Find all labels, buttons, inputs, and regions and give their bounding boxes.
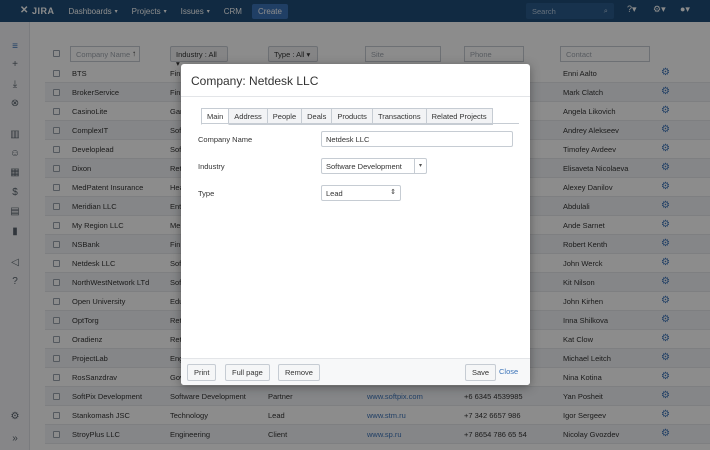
save-button[interactable]: Save [465,364,497,381]
company-dialog: Company: Netdesk LLC Main Address People… [181,64,530,385]
print-button[interactable]: Print [187,364,217,381]
tab-underline [201,123,519,124]
industry-select-value: Software Development [326,162,402,171]
dialog-title: Company: Netdesk LLC [191,74,319,88]
industry-select[interactable]: Software Development ▾ [321,158,427,174]
close-link[interactable]: Close [499,367,518,376]
type-select[interactable]: Lead ⇕ [321,185,401,201]
type-select-value: Lead [326,189,343,198]
full-page-button[interactable]: Full page [225,364,270,381]
company-name-label: Company Name [198,135,253,144]
company-name-field[interactable]: Netdesk LLC [321,131,513,147]
divider [181,96,530,97]
industry-label: Industry [198,162,225,171]
updown-arrow-icon: ⇕ [390,189,396,196]
dialog-footer: Print Full page Remove Save Close [181,358,530,385]
type-label: Type [198,189,215,198]
remove-button[interactable]: Remove [278,364,320,381]
chevron-down-icon: ▾ [414,159,426,173]
